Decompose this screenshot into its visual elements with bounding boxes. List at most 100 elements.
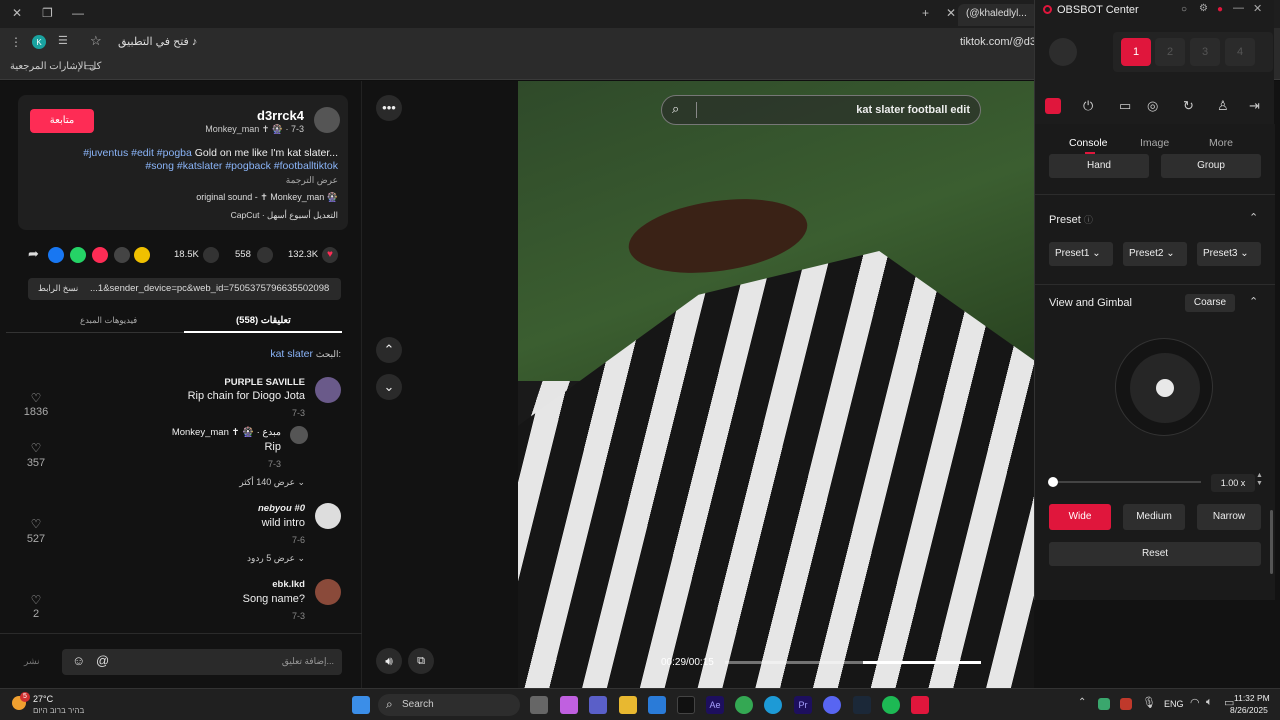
comment-avatar[interactable] xyxy=(315,377,341,403)
copy-link-button[interactable]: نسخ الرابط xyxy=(38,283,78,294)
after-effects-icon[interactable]: Ae xyxy=(706,696,724,714)
file-explorer-icon[interactable] xyxy=(619,696,637,714)
record-icon[interactable]: ● xyxy=(1217,4,1223,15)
speaker-icon[interactable]: 🔈︎ xyxy=(1206,696,1213,709)
store-icon[interactable] xyxy=(648,696,666,714)
bookmark-star-icon[interactable]: ☆ xyxy=(90,33,102,49)
emoji-icon[interactable]: ☺ xyxy=(72,653,85,668)
author-avatar[interactable] xyxy=(314,107,340,133)
task-view-icon[interactable] xyxy=(530,696,548,714)
video-progress-bar[interactable] xyxy=(725,661,981,664)
taskbar-search[interactable]: ⌕ Search xyxy=(378,694,520,716)
tab-creator-videos[interactable]: فيديوهات المبدع xyxy=(80,315,137,326)
comment-like-icon[interactable]: ♡ xyxy=(22,391,50,405)
preset2-dropdown[interactable]: Preset2 ⌄ xyxy=(1123,242,1187,266)
mention-icon[interactable]: @ xyxy=(96,653,109,668)
address-bar[interactable]: tiktok.com/@d3rr xyxy=(960,36,1043,48)
slot-2-button[interactable]: 2 xyxy=(1155,38,1185,66)
view-replies[interactable]: عرض 5 ردود ⌄ xyxy=(247,553,305,564)
caption-tags-1[interactable]: #juventus #edit #pogba xyxy=(83,147,192,159)
send-icon[interactable] xyxy=(92,247,108,263)
volume-icon[interactable]: 🔊︎ xyxy=(376,648,402,674)
reset-button[interactable]: Reset xyxy=(1049,542,1261,566)
comment-input[interactable]: ☺ @ إضافة تعليق... xyxy=(62,649,342,675)
minimize-icon[interactable]: — xyxy=(1233,2,1244,14)
previous-video-button[interactable]: ⌃ xyxy=(376,337,402,363)
pip-icon[interactable]: ⧉ xyxy=(408,648,434,674)
new-tab-icon[interactable]: + xyxy=(922,6,929,20)
menu-dots-icon[interactable]: ⋮ xyxy=(10,35,22,49)
camera-icon[interactable] xyxy=(1045,98,1061,114)
narrow-button[interactable]: Narrow xyxy=(1197,504,1261,530)
zoom-value[interactable]: 1.00 x xyxy=(1211,474,1255,492)
more-options-button[interactable]: ••• xyxy=(376,95,402,121)
post-comment-button[interactable]: نشر xyxy=(24,656,40,667)
slot-4-button[interactable]: 4 xyxy=(1225,38,1255,66)
tab-image[interactable]: Image xyxy=(1140,137,1169,149)
view-more-replies[interactable]: عرض 140 أكثر ⌄ xyxy=(239,477,305,488)
export-icon[interactable]: ⇥ xyxy=(1249,98,1260,114)
comment-avatar[interactable] xyxy=(315,579,341,605)
bookmark-icon[interactable] xyxy=(203,247,219,263)
help-icon[interactable]: ⓘ xyxy=(1084,215,1093,225)
follow-button[interactable]: متابعة xyxy=(30,109,94,133)
teams-icon[interactable] xyxy=(589,696,607,714)
settings-icon[interactable]: ⚙ xyxy=(1199,3,1208,14)
person-icon[interactable]: ♙ xyxy=(1217,98,1229,114)
joystick-knob[interactable] xyxy=(1156,379,1174,397)
minimize-window-icon[interactable]: — xyxy=(72,6,84,20)
tray-app-icon[interactable] xyxy=(1098,698,1110,710)
close-window-icon[interactable]: ✕ xyxy=(12,6,22,20)
preset3-dropdown[interactable]: Preset3 ⌄ xyxy=(1197,242,1261,266)
collapse-preset-icon[interactable]: ⌃ xyxy=(1249,211,1258,224)
reply-username[interactable]: Monkey_man ✝ 🎡 · مبدع xyxy=(172,427,281,438)
slot-1-button[interactable]: 1 xyxy=(1121,38,1151,66)
clock-date[interactable]: 8/26/2025 xyxy=(1230,705,1268,715)
steam-icon[interactable] xyxy=(853,696,871,714)
tab-more[interactable]: More xyxy=(1209,137,1233,149)
clock-time[interactable]: 11:32 PM xyxy=(1234,693,1270,703)
preset1-dropdown[interactable]: Preset1 ⌄ xyxy=(1049,242,1113,266)
tab-tiktok[interactable]: (@khaledlyl... xyxy=(958,4,1038,26)
chrome-icon[interactable] xyxy=(735,696,753,714)
open-in-app-button[interactable]: فتح في التطبيق ♪ xyxy=(118,35,197,48)
more-share-icon[interactable] xyxy=(134,247,150,263)
premiere-icon[interactable]: Pr xyxy=(794,696,812,714)
spotify-icon[interactable] xyxy=(882,696,900,714)
group-button[interactable]: Group xyxy=(1161,154,1261,178)
share-arrow-icon[interactable]: ➦ xyxy=(28,246,39,262)
edge-icon[interactable] xyxy=(764,696,782,714)
wide-button[interactable]: Wide xyxy=(1049,504,1111,530)
device-avatar[interactable] xyxy=(1049,38,1077,66)
zoom-slider-handle[interactable] xyxy=(1048,477,1058,487)
record-mode-icon[interactable]: ▭ xyxy=(1119,98,1131,114)
tiktok-app-icon[interactable] xyxy=(677,696,695,714)
comment-icon[interactable] xyxy=(257,247,273,263)
gimbal-joystick[interactable] xyxy=(1115,338,1213,436)
close-icon[interactable]: ✕ xyxy=(1253,2,1262,15)
sound-link[interactable]: original sound - ✝ Monkey_man 🎡 xyxy=(196,192,338,203)
hand-button[interactable]: Hand xyxy=(1049,154,1149,178)
start-icon[interactable] xyxy=(352,696,370,714)
copilot-icon[interactable] xyxy=(560,696,578,714)
language-indicator[interactable]: ENG xyxy=(1164,699,1184,709)
comment-username[interactable]: nebyou #0 xyxy=(258,503,305,514)
whatsapp-icon[interactable] xyxy=(70,247,86,263)
mic-icon[interactable]: 🎙︎ xyxy=(1142,696,1156,709)
profile-icon[interactable]: ○ xyxy=(1181,4,1187,15)
restore-window-icon[interactable]: ❐ xyxy=(42,6,53,20)
refresh-icon[interactable]: ↻ xyxy=(1183,98,1194,114)
next-video-button[interactable]: ⌄ xyxy=(376,374,402,400)
comment-like-icon[interactable]: ♡ xyxy=(22,517,50,531)
tab-console[interactable]: Console xyxy=(1069,137,1108,149)
collapse-gimbal-icon[interactable]: ⌃ xyxy=(1249,295,1258,308)
reply-like-icon[interactable]: ♡ xyxy=(22,441,50,455)
obsbot-taskbar-icon[interactable] xyxy=(911,696,929,714)
facebook-icon[interactable] xyxy=(48,247,64,263)
wifi-icon[interactable]: ◠ xyxy=(1190,696,1200,709)
zoom-stepper-icon[interactable]: ▲ ▼ xyxy=(1256,472,1263,488)
panel-scrollbar[interactable] xyxy=(1270,510,1273,574)
caption-tags-2[interactable]: #song #katslater #pogback #footballtikto… xyxy=(145,160,338,172)
embed-icon[interactable] xyxy=(114,247,130,263)
tab-search-icon[interactable]: ☰ xyxy=(58,34,68,47)
